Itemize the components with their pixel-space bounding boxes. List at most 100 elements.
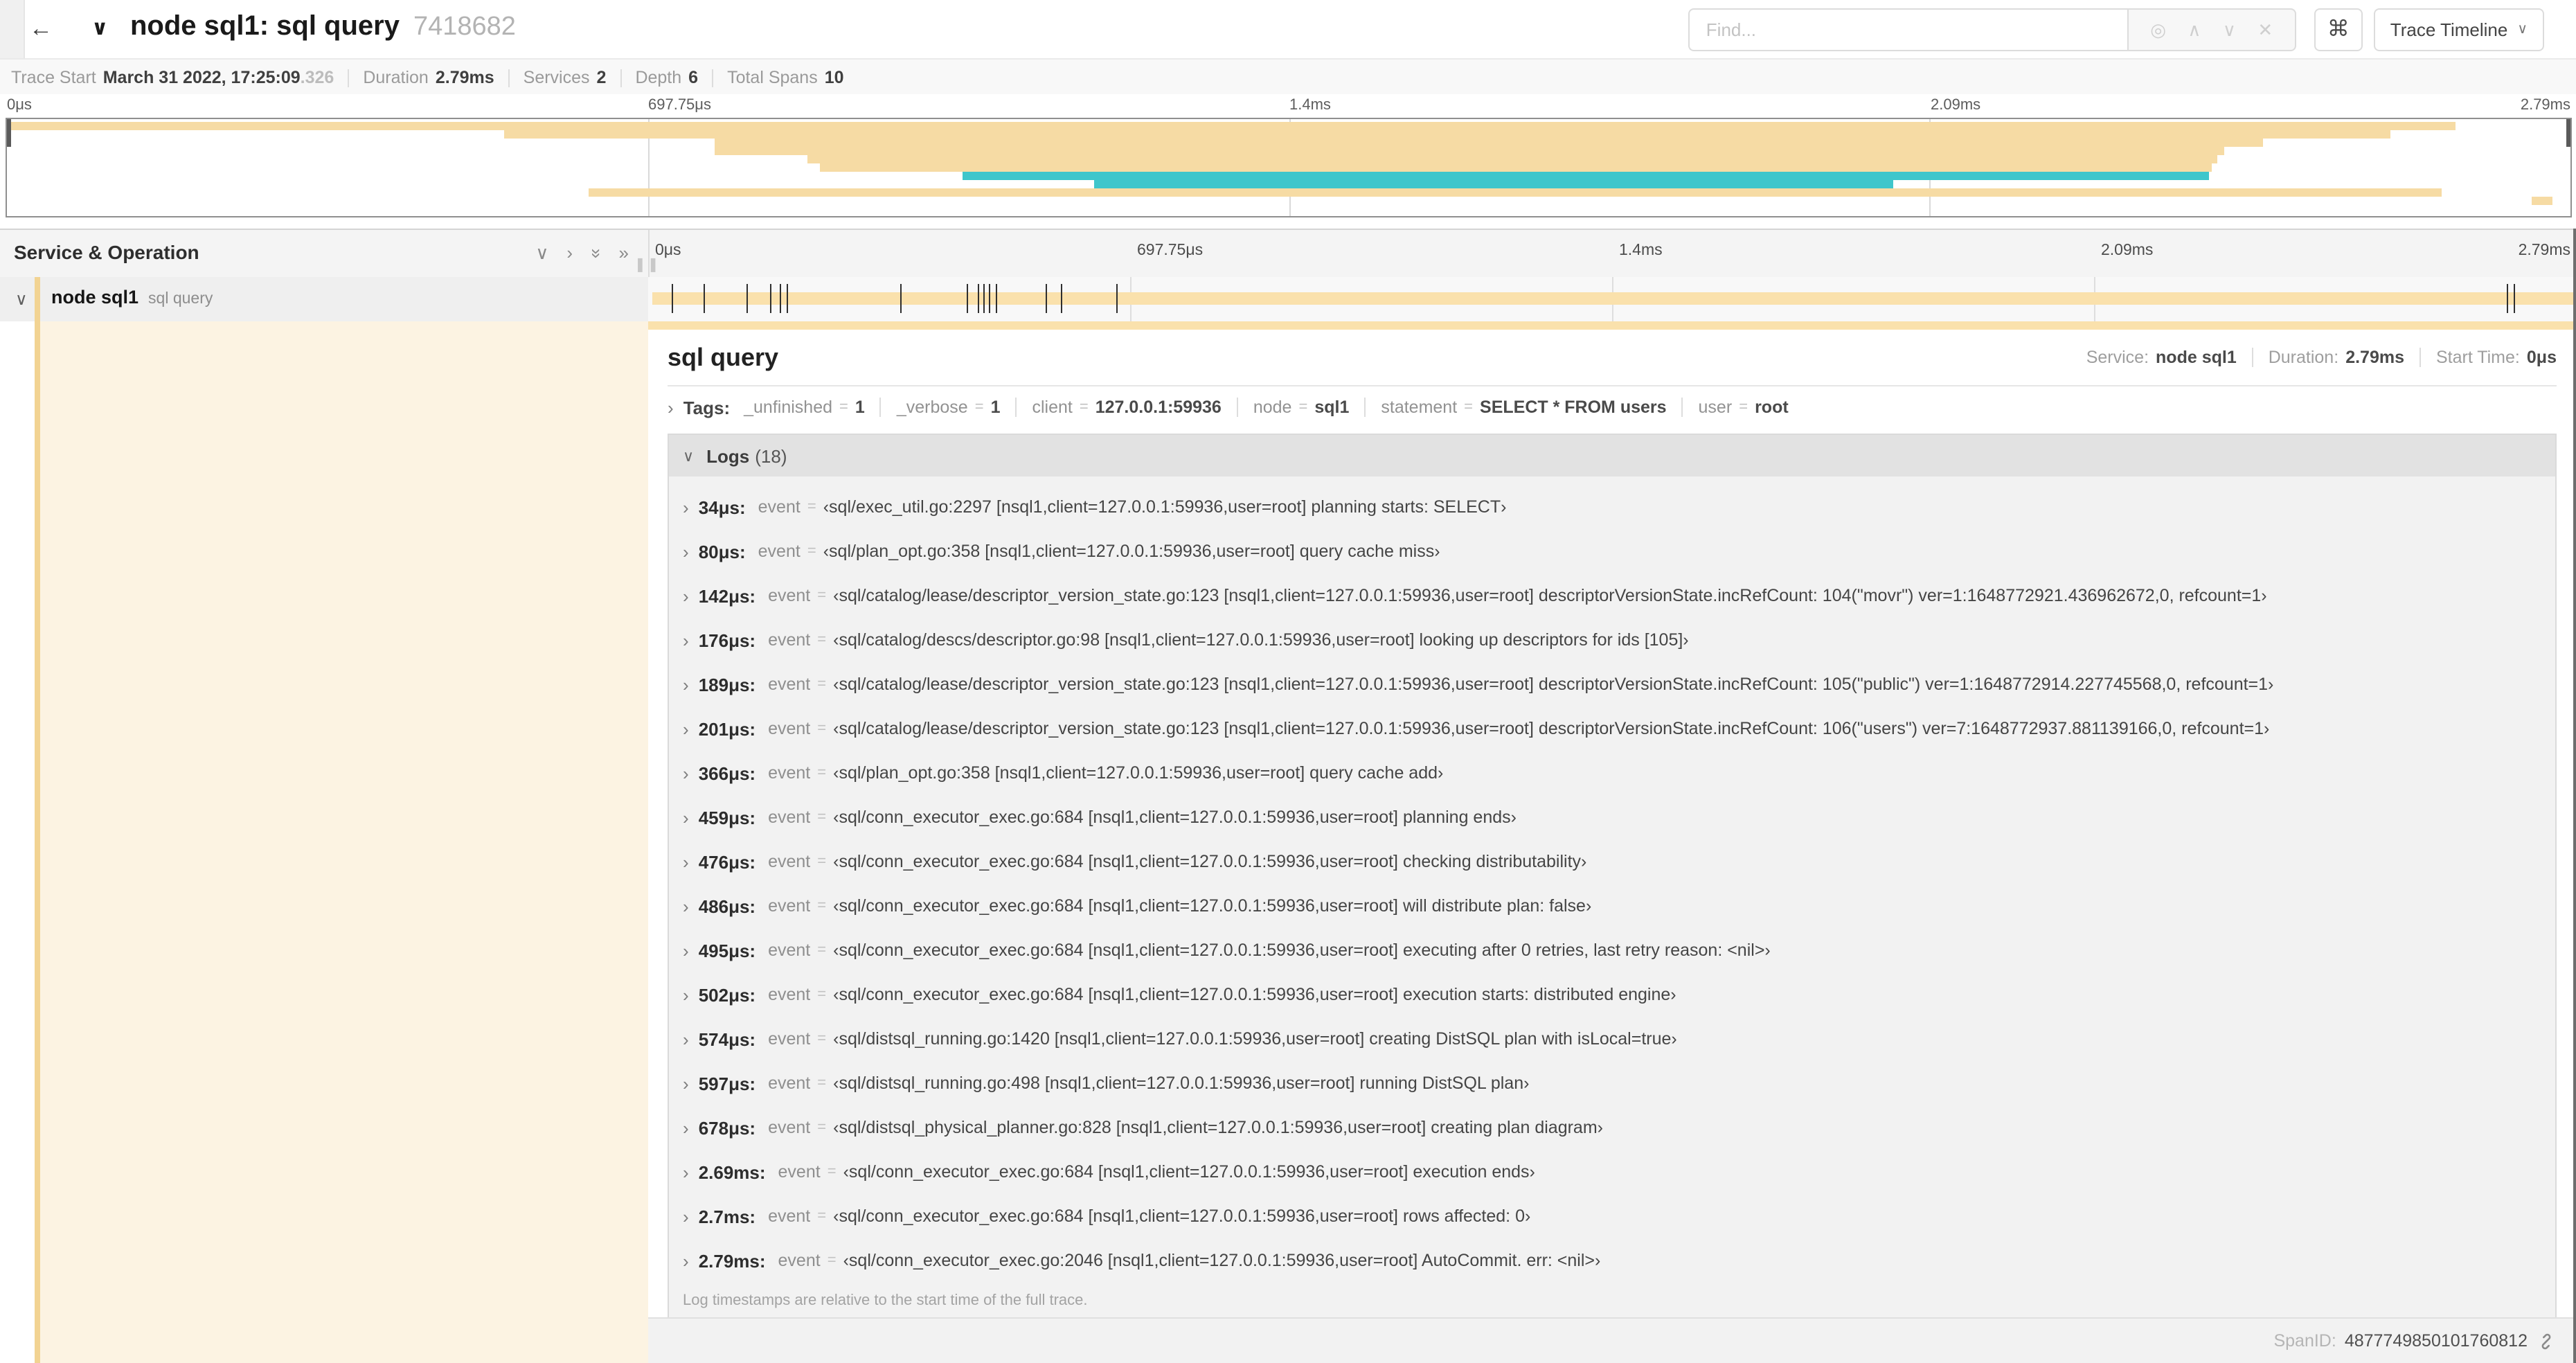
log-marker-tick[interactable]	[966, 284, 968, 313]
log-field-name: event	[768, 1206, 811, 1226]
tag-item[interactable]: _unfinished = 1	[744, 398, 865, 417]
tag-item[interactable]: user = root	[1699, 398, 1789, 417]
log-marker-tick[interactable]	[995, 284, 997, 313]
timeline-tick-label: 2.09ms	[2101, 242, 2154, 259]
equals-sign: =	[1079, 399, 1089, 416]
log-row[interactable]: › 189μs: event = ‹sql/catalog/lease/descript…	[669, 662, 2555, 706]
log-marker-tick[interactable]	[1045, 284, 1047, 313]
timeline-tick-label: 0μs	[655, 242, 681, 259]
log-marker-tick[interactable]	[1060, 284, 1062, 313]
span-row-bar-cell[interactable]	[648, 277, 2576, 321]
minimap-right-drag-handle[interactable]	[2566, 119, 2570, 147]
timeline-tick-label: 697.75μs	[1137, 242, 1204, 259]
log-field-name: event	[768, 896, 811, 916]
log-row[interactable]: › 2.79ms: event = ‹sql/conn_executor_exec.go…	[669, 1238, 2555, 1283]
tag-key: statement	[1381, 398, 1458, 417]
log-row[interactable]: › 502μs: event = ‹sql/conn_executor_exec.go:…	[669, 972, 2555, 1017]
tag-item[interactable]: _verbose = 1	[897, 398, 1001, 417]
equals-sign: =	[817, 587, 827, 604]
log-row[interactable]: › 80μs: event = ‹sql/plan_opt.go:358 [nsql1,…	[669, 529, 2555, 573]
log-row[interactable]: › 476μs: event = ‹sql/conn_executor_exec.go:…	[669, 839, 2555, 884]
next-match-icon[interactable]: ∨	[2223, 20, 2236, 38]
log-row[interactable]: › 176μs: event = ‹sql/catalog/descs/descript…	[669, 618, 2555, 662]
clear-search-icon[interactable]: ✕	[2257, 20, 2273, 38]
log-value: ‹sql/distsql_running.go:498 [nsql1,clien…	[833, 1074, 1530, 1093]
log-field-name: event	[778, 1162, 821, 1182]
chevron-down-icon[interactable]: ∨	[535, 242, 548, 265]
minimap-span-bar	[963, 172, 2209, 180]
chevron-right-icon: ›	[683, 1028, 689, 1049]
log-row[interactable]: › 486μs: event = ‹sql/conn_executor_exec.go:…	[669, 884, 2555, 928]
log-row[interactable]: › 34μs: event = ‹sql/exec_util.go:2297 [nsql…	[669, 485, 2555, 529]
log-marker-tick[interactable]	[746, 284, 748, 313]
span-color-accent	[35, 277, 40, 321]
span-operation-title: sql query	[668, 343, 779, 371]
trace-summary-bar: Trace Start March 31 2022, 17:25:09 .326…	[0, 58, 2576, 97]
back-icon[interactable]: ←	[29, 12, 53, 46]
log-marker-tick[interactable]	[779, 284, 781, 313]
logs-list: › 34μs: event = ‹sql/exec_util.go:2297 [nsql…	[668, 476, 2557, 1321]
log-row[interactable]: › 574μs: event = ‹sql/distsql_running.go:142…	[669, 1017, 2555, 1061]
tags-row[interactable]: › Tags: _unfinished = 1 _verbose = 1 client = 12…	[668, 386, 2557, 428]
chevron-right-icon[interactable]: ›	[566, 242, 573, 265]
log-marker-tick[interactable]	[704, 284, 706, 313]
tag-item[interactable]: client = 127.0.0.1:59936	[1032, 398, 1221, 417]
logs-header[interactable]: ∨ Logs (18)	[668, 434, 2557, 476]
log-marker-tick[interactable]	[769, 284, 771, 313]
service-label: Service:	[2086, 348, 2149, 367]
log-row[interactable]: › 366μs: event = ‹sql/plan_opt.go:358 [nsql1…	[669, 751, 2555, 795]
view-dropdown-button[interactable]: Trace Timeline ∨	[2373, 8, 2544, 51]
log-row[interactable]: › 142μs: event = ‹sql/catalog/lease/descript…	[669, 573, 2555, 618]
total-spans-value: 10	[824, 68, 844, 87]
locate-icon[interactable]: ◎	[2150, 20, 2166, 38]
log-row[interactable]: › 201μs: event = ‹sql/catalog/lease/descript…	[669, 706, 2555, 751]
log-marker-tick[interactable]	[1116, 284, 1118, 313]
divider	[508, 69, 510, 87]
log-value: ‹sql/conn_executor_exec.go:684 [nsql1,cl…	[833, 852, 1587, 871]
log-field-name: event	[768, 586, 811, 605]
log-field-name: event	[768, 763, 811, 783]
span-detail-body: sql query Service: node sql1 Duration: 2…	[668, 330, 2557, 1321]
keyboard-shortcuts-button[interactable]: ⌘	[2314, 8, 2363, 51]
chevron-down-icon[interactable]: ∨	[15, 289, 28, 309]
find-icon-group: ◎ ∧ ∨ ✕	[2127, 8, 2296, 51]
log-marker-tick[interactable]	[989, 284, 991, 313]
log-row[interactable]: › 597μs: event = ‹sql/distsql_running.go:498…	[669, 1061, 2555, 1105]
prev-match-icon[interactable]: ∧	[2188, 20, 2201, 38]
tag-key: _verbose	[896, 398, 968, 417]
double-chevron-right-icon[interactable]: »	[619, 242, 629, 265]
log-marker-tick[interactable]	[2514, 284, 2516, 313]
log-marker-tick[interactable]	[671, 284, 673, 313]
minimap-tick-label: 2.79ms	[2520, 97, 2570, 114]
logs-block: ∨ Logs (18) › 34μs: event = ‹sql/exec_util.g…	[668, 434, 2557, 1321]
log-marker-tick[interactable]	[900, 284, 902, 313]
search-input[interactable]	[1688, 8, 2127, 51]
chevron-right-icon: ›	[683, 940, 689, 961]
log-row[interactable]: › 459μs: event = ‹sql/conn_executor_exec.go:…	[669, 795, 2555, 839]
log-row[interactable]: › 495μs: event = ‹sql/conn_executor_exec.go:…	[669, 928, 2555, 972]
tag-item[interactable]: statement = SELECT * FROM users	[1381, 398, 1666, 417]
minimap-canvas[interactable]	[6, 118, 2572, 217]
log-value: ‹sql/catalog/lease/descriptor_version_st…	[833, 675, 2274, 694]
minimap-left-drag-handle[interactable]	[7, 119, 11, 147]
link-icon[interactable]	[2537, 1332, 2555, 1350]
span-row[interactable]: ∨ node sql1 sql query	[0, 277, 2576, 321]
tag-item[interactable]: node = sql1	[1253, 398, 1350, 417]
service-name: node sql1 sql query	[51, 287, 213, 308]
double-chevron-down-icon[interactable]: »	[584, 249, 607, 258]
log-value: ‹sql/plan_opt.go:358 [nsql1,client=127.0…	[833, 763, 1444, 783]
log-marker-tick[interactable]	[983, 284, 985, 313]
log-row[interactable]: › 678μs: event = ‹sql/distsql_physical_plann…	[669, 1105, 2555, 1150]
log-marker-tick[interactable]	[978, 284, 980, 313]
log-row[interactable]: › 2.7ms: event = ‹sql/conn_executor_exec.go:…	[669, 1194, 2555, 1238]
equals-sign: =	[839, 399, 848, 416]
span-row-name-cell[interactable]: ∨ node sql1 sql query	[0, 277, 650, 321]
vertical-scrollbar[interactable]	[2573, 229, 2576, 1363]
log-marker-tick[interactable]	[2506, 284, 2508, 313]
log-marker-tick[interactable]	[787, 284, 789, 313]
title-collapse-chevron-icon[interactable]: ∨	[91, 15, 108, 40]
span-bar[interactable]	[652, 292, 2575, 305]
divider	[620, 69, 622, 87]
log-value: ‹sql/conn_executor_exec.go:684 [nsql1,cl…	[843, 1162, 1535, 1182]
log-row[interactable]: › 2.69ms: event = ‹sql/conn_executor_exec.go…	[669, 1150, 2555, 1194]
